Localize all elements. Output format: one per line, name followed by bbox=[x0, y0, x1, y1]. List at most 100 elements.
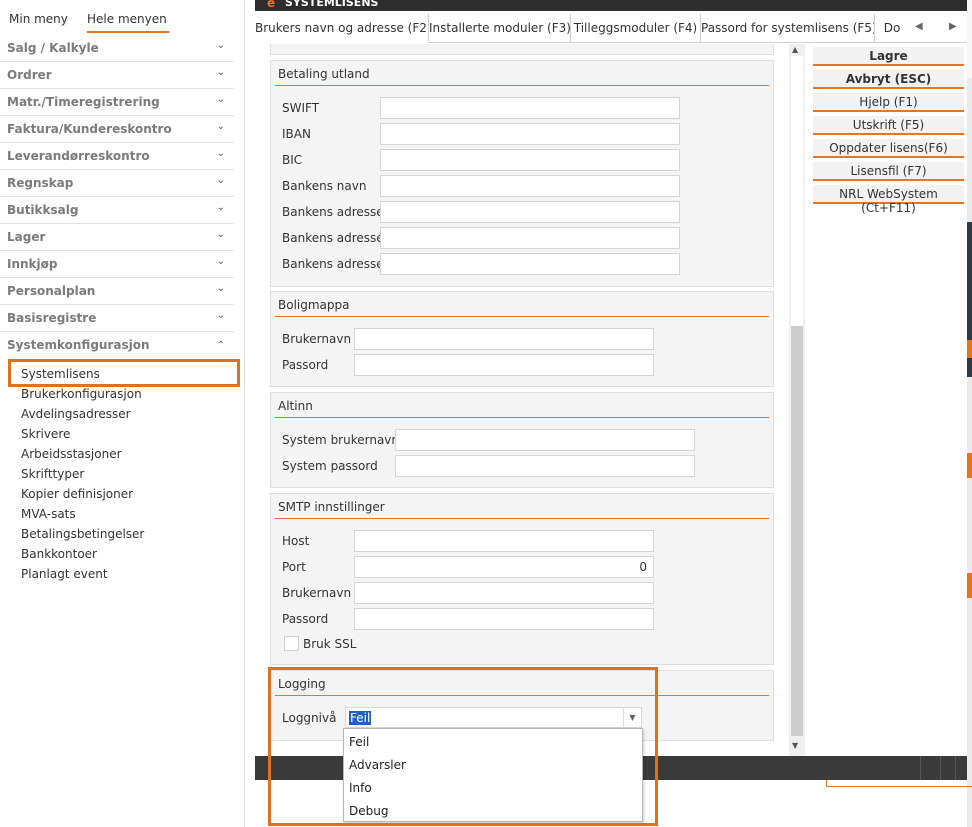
highlight-box-systemlisens bbox=[8, 359, 240, 387]
bank-name-input[interactable] bbox=[380, 175, 680, 197]
smtp-port-input[interactable]: 0 bbox=[354, 556, 654, 578]
bank-address-3-label: Bankens adresse bbox=[282, 257, 384, 271]
chevron-down-icon: ⌄ bbox=[216, 121, 225, 132]
cancel-button[interactable]: Avbryt (ESC) bbox=[813, 70, 964, 89]
smtp-host-label: Host bbox=[282, 534, 310, 548]
dialog-tabbar: Brukers navn og adresse (F2) Installerte… bbox=[255, 14, 967, 43]
tab-hele-menyen[interactable]: Hele menyen bbox=[87, 12, 169, 33]
boligmappa-password-input[interactable] bbox=[354, 354, 654, 376]
swift-label: SWIFT bbox=[282, 101, 320, 115]
altinn-password-input[interactable] bbox=[395, 455, 695, 477]
menu-item-systemkonfigurasjon[interactable]: Systemkonfigurasjon ⌃ bbox=[0, 332, 234, 359]
smtp-password-input[interactable] bbox=[354, 608, 654, 630]
group-title: Betaling utland bbox=[278, 67, 370, 81]
chevron-down-icon: ⌄ bbox=[216, 40, 225, 51]
tab-installerte-moduler[interactable]: Installerte moduler (F3) bbox=[429, 14, 571, 43]
menu-item-label: Regnskap bbox=[7, 176, 74, 190]
menu-item-leverandorreskontro[interactable]: Leverandørreskontro ⌄ bbox=[0, 143, 234, 170]
bic-label: BIC bbox=[282, 153, 303, 167]
smtp-port-label: Port bbox=[282, 560, 306, 574]
menu-item-label: Matr./Timeregistrering bbox=[7, 95, 160, 109]
bank-address-3-input[interactable] bbox=[380, 253, 680, 275]
tab-do[interactable]: Do bbox=[875, 14, 909, 43]
submenu-skrivere[interactable]: Skrivere bbox=[21, 427, 70, 441]
altinn-username-input[interactable] bbox=[395, 429, 695, 451]
group-title: Altinn bbox=[278, 399, 313, 413]
help-button[interactable]: Hjelp (F1) bbox=[813, 93, 964, 112]
dialog-titlebar: e SYSTEMLISENS bbox=[255, 0, 967, 11]
boligmappa-username-input[interactable] bbox=[354, 328, 654, 350]
tab-tilleggsmoduler[interactable]: Tilleggsmoduler (F4) bbox=[571, 14, 701, 43]
bank-address-2-label: Bankens adresse bbox=[282, 231, 384, 245]
print-button[interactable]: Utskrift (F5) bbox=[813, 116, 964, 135]
background-edge-segment bbox=[967, 573, 972, 598]
scrollbar-thumb[interactable] bbox=[791, 326, 803, 736]
chevron-down-icon: ⌄ bbox=[216, 94, 225, 105]
background-accent-line bbox=[826, 780, 827, 787]
app-logo-icon: e bbox=[267, 0, 276, 10]
menu-item-salg-kalkyle[interactable]: Salg / Kalkyle ⌄ bbox=[0, 35, 234, 62]
chevron-down-icon: ⌄ bbox=[216, 175, 225, 186]
submenu-skrifttyper[interactable]: Skrifttyper bbox=[21, 467, 84, 481]
menu-item-regnskap[interactable]: Regnskap ⌄ bbox=[0, 170, 234, 197]
menu-item-label: Personalplan bbox=[7, 284, 96, 298]
altinn-username-label: System brukernavn bbox=[282, 433, 400, 447]
scroll-up-icon[interactable]: ▲ bbox=[792, 45, 798, 54]
tab-min-meny[interactable]: Min meny bbox=[9, 12, 68, 31]
iban-input[interactable] bbox=[380, 123, 680, 145]
save-button[interactable]: Lagre bbox=[813, 47, 964, 66]
tab-passord-systemlisens[interactable]: Passord for systemlisens (F5) bbox=[701, 14, 875, 43]
bar-divider bbox=[955, 756, 956, 780]
altinn-password-label: System passord bbox=[282, 459, 378, 473]
menu-item-personalplan[interactable]: Personalplan ⌄ bbox=[0, 278, 234, 305]
menu-item-matr-timeregistrering[interactable]: Matr./Timeregistrering ⌄ bbox=[0, 89, 234, 116]
tab-scroll-right-icon[interactable]: ▶ bbox=[949, 21, 957, 32]
boligmappa-username-label: Brukernavn bbox=[282, 332, 352, 346]
tab-brukers-navn[interactable]: Brukers navn og adresse (F2) bbox=[255, 14, 429, 43]
scroll-down-icon[interactable]: ▼ bbox=[792, 741, 798, 750]
group-title: SMTP innstillinger bbox=[278, 500, 385, 514]
submenu-avdelingsadresser[interactable]: Avdelingsadresser bbox=[21, 407, 131, 421]
bank-address-1-label: Bankens adresse bbox=[282, 205, 384, 219]
menu-item-faktura-kundereskontro[interactable]: Faktura/Kundereskontro ⌄ bbox=[0, 116, 234, 143]
ssl-checkbox[interactable] bbox=[284, 636, 299, 651]
submenu-arbeidsstasjoner[interactable]: Arbeidsstasjoner bbox=[21, 447, 122, 461]
swift-input[interactable] bbox=[380, 97, 680, 119]
smtp-username-label: Brukernavn bbox=[282, 586, 352, 600]
iban-label: IBAN bbox=[282, 127, 311, 141]
license-file-button[interactable]: Lisensfil (F7) bbox=[813, 162, 964, 181]
menu-item-lager[interactable]: Lager ⌄ bbox=[0, 224, 234, 251]
menu-item-label: Ordrer bbox=[7, 68, 52, 82]
chevron-down-icon: ⌄ bbox=[216, 67, 225, 78]
bank-name-label: Bankens navn bbox=[282, 179, 367, 193]
menu-item-label: Lager bbox=[7, 230, 46, 244]
menu-item-label: Systemkonfigurasjon bbox=[7, 338, 150, 352]
bank-address-2-input[interactable] bbox=[380, 227, 680, 249]
smtp-host-input[interactable] bbox=[354, 530, 654, 552]
menu-item-butikksalg[interactable]: Butikksalg ⌄ bbox=[0, 197, 234, 224]
background-accent-line bbox=[826, 786, 972, 787]
background-edge-segment bbox=[967, 340, 972, 358]
submenu-mva-sats[interactable]: MVA-sats bbox=[21, 507, 76, 521]
submenu-bankkontoer[interactable]: Bankkontoer bbox=[21, 547, 97, 561]
group-divider bbox=[275, 316, 769, 317]
menu-item-label: Basisregistre bbox=[7, 311, 97, 325]
menu-item-basisregistre[interactable]: Basisregistre ⌄ bbox=[0, 305, 234, 332]
bic-input[interactable] bbox=[380, 149, 680, 171]
content-scrollbar[interactable]: ▲ ▼ bbox=[789, 44, 805, 756]
chevron-up-icon: ⌃ bbox=[216, 340, 225, 351]
update-license-button[interactable]: Oppdater lisens(F6) bbox=[813, 139, 964, 158]
submenu-kopier-definisjoner[interactable]: Kopier definisjoner bbox=[21, 487, 133, 501]
submenu-betalingsbetingelser[interactable]: Betalingsbetingelser bbox=[21, 527, 144, 541]
submenu-planlagt-event[interactable]: Planlagt event bbox=[21, 567, 108, 581]
bank-address-1-input[interactable] bbox=[380, 201, 680, 223]
menu-item-ordrer[interactable]: Ordrer ⌄ bbox=[0, 62, 234, 89]
scrollbar-upper-track[interactable] bbox=[791, 56, 803, 326]
group-divider bbox=[275, 417, 769, 418]
tab-scroll-left-icon[interactable]: ◀ bbox=[915, 21, 923, 32]
menu-item-label: Salg / Kalkyle bbox=[7, 41, 99, 55]
menu-item-innkjop[interactable]: Innkjøp ⌄ bbox=[0, 251, 234, 278]
smtp-username-input[interactable] bbox=[354, 582, 654, 604]
submenu-brukerkonfigurasjon[interactable]: Brukerkonfigurasjon bbox=[21, 387, 142, 401]
nrl-websystem-button[interactable]: NRL WebSystem (Ct+F11) bbox=[813, 185, 964, 215]
